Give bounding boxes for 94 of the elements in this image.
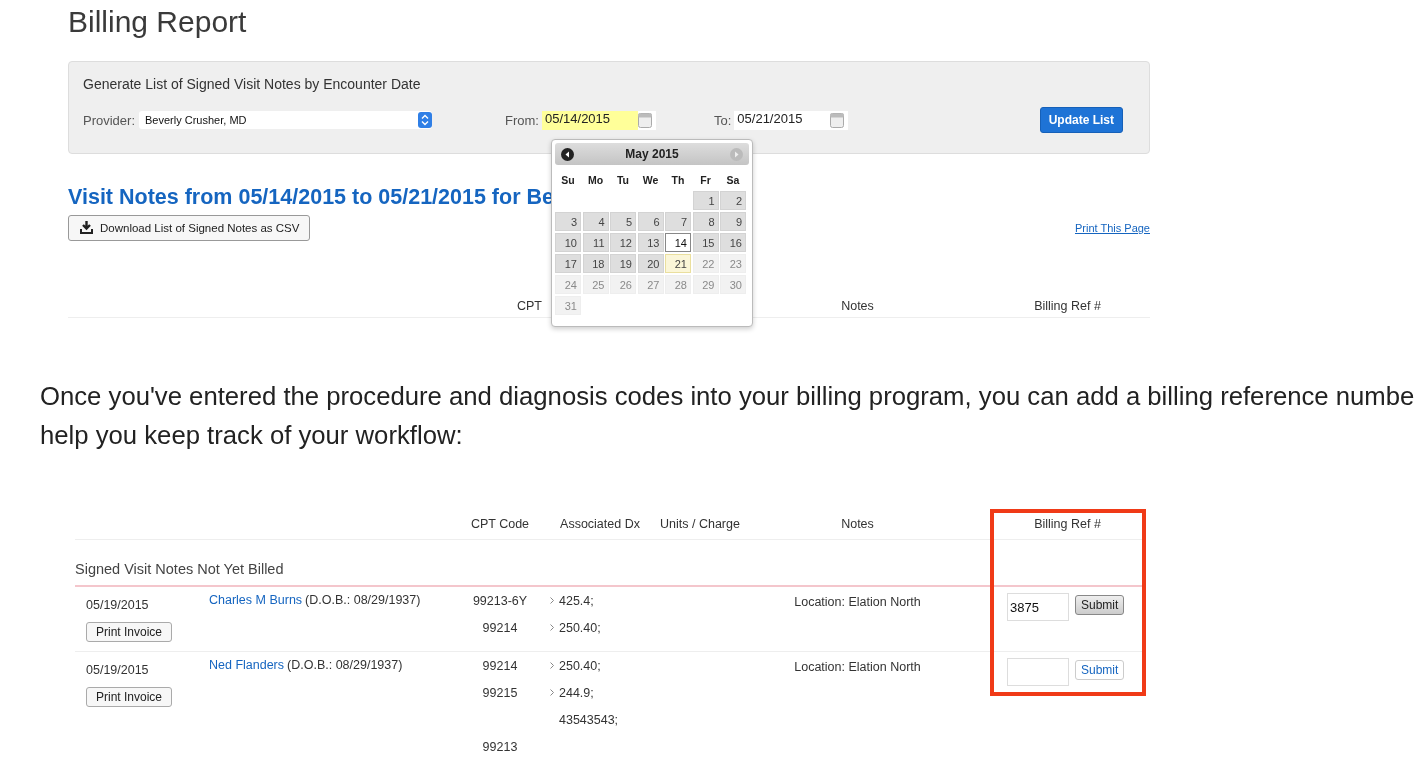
column-header: Units / Charge (660, 517, 740, 531)
submit-button[interactable]: Submit (1075, 660, 1125, 680)
calendar-icon[interactable] (638, 112, 652, 128)
visit-notes: Location: Elation North (794, 595, 921, 609)
visit-notes: Location: Elation North (794, 660, 921, 674)
submit-button[interactable]: Submit (1075, 595, 1125, 615)
calendar-day: 25 (582, 275, 609, 294)
calendar-day: 26 (610, 275, 636, 294)
panel-title: Generate List of Signed Visit Notes by Encounter Date (83, 75, 421, 93)
print-invoice-button[interactable]: Print Invoice (86, 687, 173, 707)
calendar-day[interactable]: 10 (555, 233, 581, 252)
to-date-field[interactable]: 05/21/2015 (734, 110, 849, 130)
calendar-day[interactable]: 1 (692, 191, 719, 210)
date-of-birth: (D.O.B.: 08/29/1937) (287, 658, 403, 672)
calendar-day[interactable]: 11 (582, 233, 609, 252)
calendar-day: 29 (692, 275, 719, 294)
calendar-day: 30 (720, 275, 746, 294)
calendar-day[interactable]: 9 (720, 212, 746, 231)
column-header: Associated Dx (559, 517, 641, 531)
print-page-link[interactable]: Print This Page (1075, 222, 1150, 234)
calendar-day[interactable]: 4 (582, 212, 609, 231)
cpt-code: 99213 (482, 740, 518, 754)
calendar-day[interactable]: 20 (637, 254, 664, 273)
paragraph-line: Once you've entered the procedure and diagnosis codes into your billing program, you can add a billing reference numbe (40, 381, 1415, 412)
calendar-day: 22 (692, 254, 719, 273)
calendar-day[interactable]: 6 (637, 212, 664, 231)
calendar-day[interactable]: 7 (665, 212, 691, 231)
billing-ref-field[interactable] (1007, 658, 1069, 686)
patient-link[interactable]: Charles M Burns (209, 593, 303, 607)
calendar-day[interactable]: 15 (692, 233, 719, 252)
weekday-label: Sa (725, 173, 741, 188)
chevron-icon[interactable] (550, 662, 554, 669)
column-header: Notes (840, 517, 875, 531)
provider-select[interactable]: Beverly Crusher, MD (139, 111, 433, 129)
calendar-day[interactable]: 19 (610, 254, 636, 273)
column-header: Billing Ref # (1033, 299, 1102, 313)
update-list-button[interactable]: Update List (1039, 107, 1123, 133)
visit-date: 05/19/2015 (86, 663, 149, 677)
to-label: To: (714, 112, 732, 128)
download-icon (79, 221, 94, 235)
cpt-code: 99215 (482, 686, 518, 700)
chevron-icon[interactable] (550, 624, 554, 631)
calendar-day[interactable]: 18 (582, 254, 609, 273)
calendar-day[interactable]: 12 (610, 233, 636, 252)
calendar-day[interactable]: 5 (610, 212, 636, 231)
calendar-day[interactable]: 13 (637, 233, 664, 252)
date-of-birth: (D.O.B.: 08/29/1937) (305, 593, 421, 607)
diagnosis-code: 250.40; (559, 658, 601, 674)
diagnosis-code: 250.40; (559, 620, 601, 636)
calendar-day[interactable]: 2 (720, 191, 746, 210)
from-label: From: (505, 112, 539, 128)
paragraph-line: help you keep track of your workflow: (40, 420, 463, 451)
calendar-icon[interactable] (830, 112, 845, 128)
stepper-icon (418, 112, 433, 128)
patient-link[interactable]: Ned Flanders (209, 658, 285, 672)
cpt-code: 99214 (482, 659, 518, 673)
previous-month-icon[interactable] (561, 147, 574, 161)
weekday-label: Tu (615, 173, 631, 188)
cpt-code: 99214 (482, 621, 518, 635)
weekday-label: Su (560, 173, 576, 188)
chevron-icon[interactable] (550, 597, 554, 604)
visit-date: 05/19/2015 (86, 598, 149, 612)
calendar-day[interactable]: 16 (720, 233, 746, 252)
calendar-day[interactable]: 3 (555, 212, 581, 231)
billing-ref-field[interactable]: 3875 (1007, 593, 1069, 621)
cpt-code: 99213-6Y (472, 594, 528, 608)
calendar-day: 28 (665, 275, 691, 294)
diagnosis-code: 425.4; (559, 593, 594, 609)
diagnosis-code: 43543543; (559, 712, 619, 728)
weekday-label: We (641, 173, 660, 188)
calendar-day[interactable]: 21 (665, 254, 691, 273)
column-header: Billing Ref # (1033, 517, 1102, 531)
print-invoice-button[interactable]: Print Invoice (86, 622, 173, 642)
calendar-day[interactable]: 14 (665, 233, 691, 252)
diagnosis-code: 244.9; (559, 685, 594, 701)
provider-label: Provider: (83, 112, 136, 128)
calendar-day[interactable]: 17 (555, 254, 581, 273)
weekday-label: Fr (699, 173, 712, 188)
weekday-label: Mo (586, 173, 605, 188)
calendar-day: 23 (720, 254, 746, 273)
chevron-icon[interactable] (550, 689, 554, 696)
column-header: CPT Code (469, 517, 531, 531)
calendar-day: 24 (555, 275, 581, 294)
calendar-day[interactable]: 8 (692, 212, 719, 231)
page-title: Billing Report (68, 4, 247, 40)
from-date-field[interactable]: 05/14/2015 (542, 110, 656, 130)
calendar-day: 31 (555, 296, 581, 315)
download-csv-button[interactable]: Download List of Signed Notes as CSV (68, 215, 311, 241)
weekday-label: Th (670, 173, 686, 188)
month-title: May 2015 (625, 147, 679, 161)
section-title: Signed Visit Notes Not Yet Billed (75, 561, 284, 577)
column-header: Notes (840, 299, 875, 313)
column-header: CPT (517, 299, 542, 313)
calendar-day: 27 (637, 275, 664, 294)
